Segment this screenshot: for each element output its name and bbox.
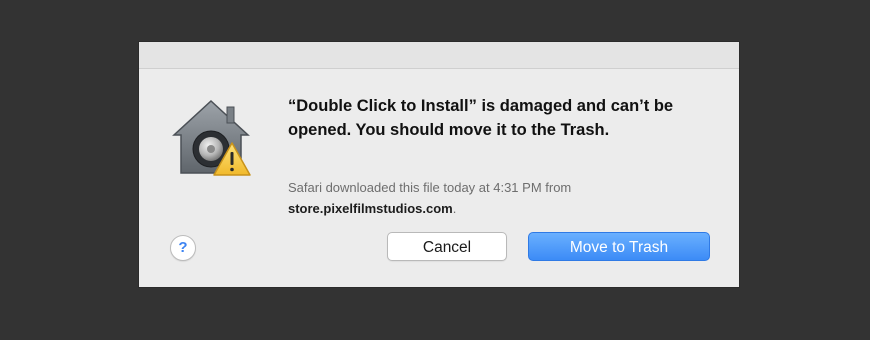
gatekeeper-warning-icon (170, 97, 252, 179)
move-to-trash-button[interactable]: Move to Trash (528, 232, 710, 261)
download-info-text: Safari downloaded this file today at 4:3… (288, 180, 572, 195)
alert-dialog: “Double Click to Install” is damaged and… (139, 42, 739, 287)
dialog-title-bar (139, 42, 739, 69)
download-source-domain: store.pixelfilmstudios.com (288, 201, 453, 216)
info-period: . (452, 201, 457, 216)
cancel-button[interactable]: Cancel (387, 232, 507, 261)
alert-message: “Double Click to Install” is damaged and… (288, 97, 674, 139)
alert-informative-text: Safari downloaded this file today at 4:3… (288, 177, 708, 219)
help-button[interactable]: ? (170, 235, 196, 261)
